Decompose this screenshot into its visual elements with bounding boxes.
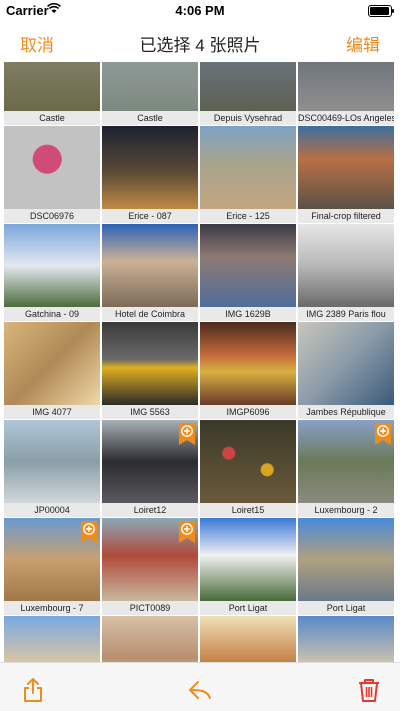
photo-image <box>200 616 296 662</box>
photo-thumbnail[interactable]: Port Ligat <box>200 518 296 615</box>
photo-image <box>4 420 100 503</box>
selected-bookmark-icon <box>179 423 195 445</box>
photo-image <box>200 62 296 111</box>
photo-thumbnail[interactable]: PICT0089 <box>102 518 198 615</box>
photo-caption: IMG 2389 Paris flou <box>298 307 394 321</box>
photo-thumbnail[interactable]: Gatchina - 09 <box>4 224 100 321</box>
share-icon[interactable] <box>20 677 46 703</box>
photo-thumbnail[interactable]: JP00004 <box>4 420 100 517</box>
photo-image <box>102 322 198 405</box>
photo-thumbnail[interactable] <box>200 616 296 662</box>
photo-thumbnail[interactable] <box>298 616 394 662</box>
photo-thumbnail[interactable]: DSC00469-LOs Angeles <box>298 62 394 125</box>
photo-caption: IMG 1629B <box>200 307 296 321</box>
photo-image <box>4 616 100 662</box>
photo-caption: IMG 5563 <box>102 405 198 419</box>
battery-icon <box>368 5 394 17</box>
photo-caption: Loiret12 <box>102 503 198 517</box>
photo-caption: Final-crop filtered <box>298 209 394 223</box>
photo-thumbnail[interactable]: Hotel de Coimbra <box>102 224 198 321</box>
photo-caption: Luxembourg - 2 <box>298 503 394 517</box>
navigation-bar: 取消 已选择 4 张照片 编辑 <box>0 22 400 62</box>
photo-thumbnail[interactable]: Loiret15 <box>200 420 296 517</box>
photo-caption: Depuis Vysehrad <box>200 111 296 125</box>
photo-thumbnail[interactable]: IMG 1629B <box>200 224 296 321</box>
selected-bookmark-icon <box>81 521 97 543</box>
photo-image <box>102 126 198 209</box>
photo-caption: JP00004 <box>4 503 100 517</box>
photo-caption: DSC00469-LOs Angeles <box>298 111 394 125</box>
photo-image <box>298 62 394 111</box>
page-title: 已选择 4 张照片 <box>139 36 261 55</box>
edit-button[interactable]: 编辑 <box>346 31 380 56</box>
photo-caption: Loiret15 <box>200 503 296 517</box>
photo-thumbnail[interactable]: Erice - 087 <box>102 126 198 223</box>
photo-thumbnail[interactable]: IMG 5563 <box>102 322 198 419</box>
photo-thumbnail[interactable]: IMGP6096 <box>200 322 296 419</box>
photo-thumbnail[interactable] <box>4 616 100 662</box>
photo-image <box>4 224 100 307</box>
photo-thumbnail[interactable]: IMG 4077 <box>4 322 100 419</box>
photo-caption: Port Ligat <box>298 601 394 615</box>
photo-caption: Hotel de Coimbra <box>102 307 198 321</box>
photo-caption: Jambes République <box>298 405 394 419</box>
photo-image <box>298 616 394 662</box>
photo-thumbnail[interactable]: Erice - 125 <box>200 126 296 223</box>
photo-image <box>200 420 296 503</box>
photo-image <box>4 62 100 111</box>
trash-icon[interactable] <box>356 677 382 703</box>
photo-caption: Erice - 125 <box>200 209 296 223</box>
status-time: 4:06 PM <box>175 3 225 18</box>
photo-thumbnail[interactable]: Final-crop filtered <box>298 126 394 223</box>
selected-bookmark-icon <box>179 521 195 543</box>
status-bar: Carrier 4:06 PM <box>0 0 400 22</box>
photo-image <box>102 62 198 111</box>
photo-caption: DSC06976 <box>4 209 100 223</box>
photo-image <box>200 224 296 307</box>
photo-caption: IMGP6096 <box>200 405 296 419</box>
photo-caption: Castle <box>102 111 198 125</box>
photo-thumbnail[interactable]: Loiret12 <box>102 420 198 517</box>
photo-caption: Gatchina - 09 <box>4 307 100 321</box>
photo-image <box>298 322 394 405</box>
photo-grid: Castle Castle Depuis Vysehrad DSC00469-LOs … <box>0 62 400 662</box>
photo-image <box>200 126 296 209</box>
photo-thumbnail[interactable]: Castle <box>102 62 198 125</box>
photo-thumbnail[interactable]: Port Ligat <box>298 518 394 615</box>
photo-thumbnail[interactable]: Luxembourg - 2 <box>298 420 394 517</box>
photo-thumbnail[interactable]: IMG 2389 Paris flou <box>298 224 394 321</box>
selected-bookmark-icon <box>375 423 391 445</box>
photo-image <box>102 616 198 662</box>
photo-thumbnail[interactable] <box>102 616 198 662</box>
photo-image <box>200 518 296 601</box>
photo-image <box>298 224 394 307</box>
photo-thumbnail[interactable]: Luxembourg - 7 <box>4 518 100 615</box>
photo-image <box>298 126 394 209</box>
photo-caption: Erice - 087 <box>102 209 198 223</box>
photo-image <box>102 224 198 307</box>
photo-image <box>200 322 296 405</box>
photo-thumbnail[interactable]: DSC06976 <box>4 126 100 223</box>
photo-caption: Port Ligat <box>200 601 296 615</box>
photo-image <box>4 322 100 405</box>
photo-caption: IMG 4077 <box>4 405 100 419</box>
photo-thumbnail[interactable]: Jambes République <box>298 322 394 419</box>
reply-icon[interactable] <box>187 677 213 703</box>
photo-caption: Castle <box>4 111 100 125</box>
bottom-toolbar <box>0 662 400 711</box>
photo-thumbnail[interactable]: Depuis Vysehrad <box>200 62 296 125</box>
photo-image <box>4 126 100 209</box>
photo-caption: Luxembourg - 7 <box>4 601 100 615</box>
photo-thumbnail[interactable]: Castle <box>4 62 100 125</box>
photo-caption: PICT0089 <box>102 601 198 615</box>
photo-image <box>298 518 394 601</box>
